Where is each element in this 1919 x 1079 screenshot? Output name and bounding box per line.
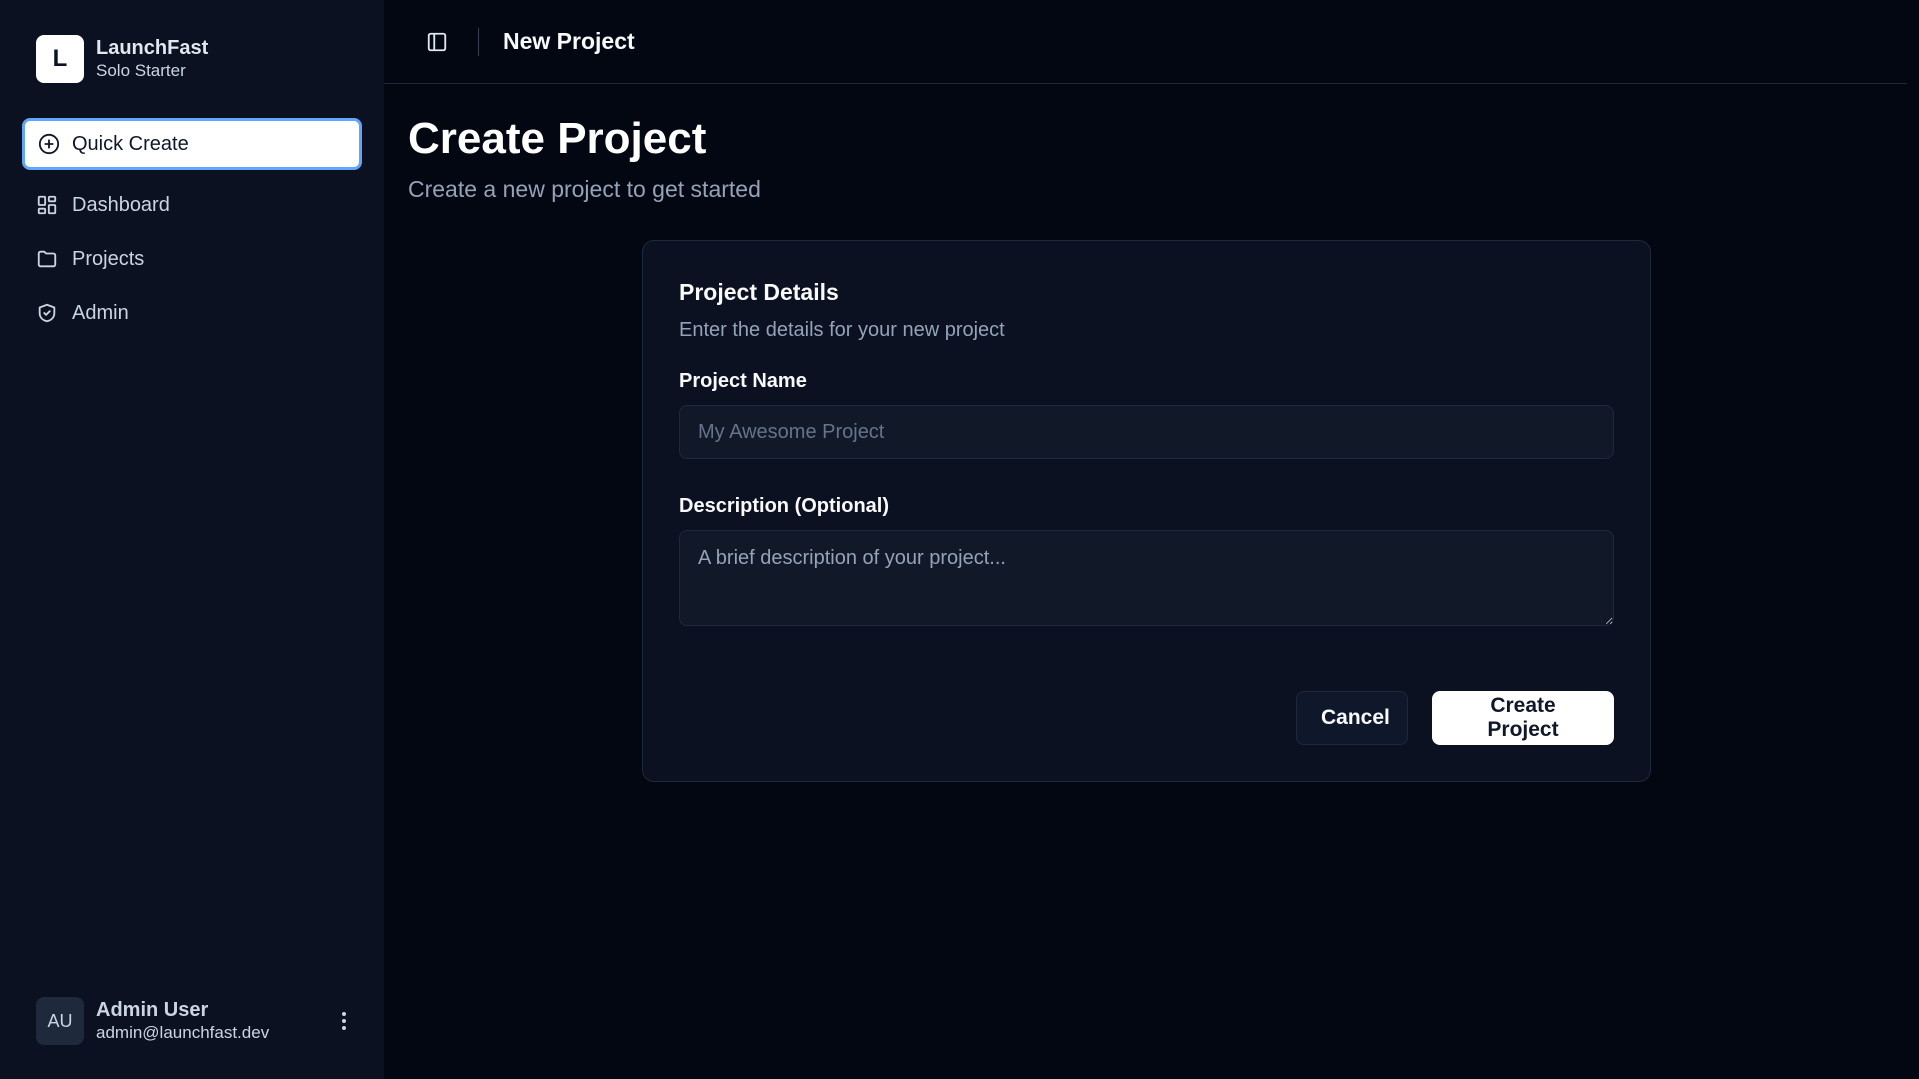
plus-circle-icon (38, 133, 60, 155)
sidebar-nav: Dashboard Projects Admin (22, 178, 362, 340)
user-text: Admin User admin@launchfast.dev (96, 998, 332, 1044)
cancel-button[interactable]: Cancel (1296, 691, 1408, 745)
project-name-label: Project Name (679, 370, 807, 392)
app-root: L LaunchFast Solo Starter Quick Create D… (0, 0, 1919, 1079)
avatar: AU (36, 997, 84, 1045)
form-actions: Cancel Create Project (1296, 691, 1614, 745)
sidebar-toggle-icon[interactable] (422, 27, 452, 57)
main-content: New Project Create Project Create a new … (384, 0, 1919, 1079)
brand-text: LaunchFast Solo Starter (96, 36, 208, 82)
create-project-button[interactable]: Create Project (1432, 691, 1614, 745)
topbar: New Project (384, 0, 1907, 84)
quick-create-button[interactable]: Quick Create (22, 118, 362, 170)
sidebar-item-admin[interactable]: Admin (22, 286, 362, 340)
user-email: admin@launchfast.dev (96, 1023, 270, 1042)
sidebar-item-label: Dashboard (72, 193, 170, 216)
project-details-card: Project Details Enter the details for yo… (642, 240, 1651, 782)
brand-name: LaunchFast (96, 37, 209, 59)
sidebar-item-label: Projects (72, 247, 145, 270)
card-title: Project Details (679, 279, 839, 305)
user-name: Admin User (96, 999, 209, 1021)
sidebar-item-dashboard[interactable]: Dashboard (22, 178, 362, 232)
quick-create-label: Quick Create (72, 132, 189, 155)
sidebar-item-label: Admin (72, 301, 129, 324)
brand-logo: L (36, 35, 84, 83)
more-vertical-icon[interactable] (332, 1011, 356, 1031)
topbar-title: New Project (503, 28, 635, 54)
sidebar: L LaunchFast Solo Starter Quick Create D… (0, 0, 384, 1079)
page-subtitle: Create a new project to get started (408, 176, 761, 202)
dashboard-grid-icon (36, 194, 58, 216)
page-title: Create Project (408, 114, 707, 163)
brand-plan: Solo Starter (96, 61, 186, 80)
topbar-divider (478, 27, 479, 56)
user-profile[interactable]: AU Admin User admin@launchfast.dev (36, 996, 356, 1046)
sidebar-item-projects[interactable]: Projects (22, 232, 362, 286)
description-textarea[interactable] (679, 530, 1614, 626)
description-label: Description (Optional) (679, 495, 889, 517)
folder-icon (36, 248, 58, 270)
shield-icon (36, 302, 58, 324)
project-name-input[interactable] (679, 405, 1614, 459)
page-header: Create Project Create a new project to g… (408, 112, 761, 203)
card-description: Enter the details for your new project (679, 319, 1005, 341)
brand[interactable]: L LaunchFast Solo Starter (36, 35, 208, 83)
